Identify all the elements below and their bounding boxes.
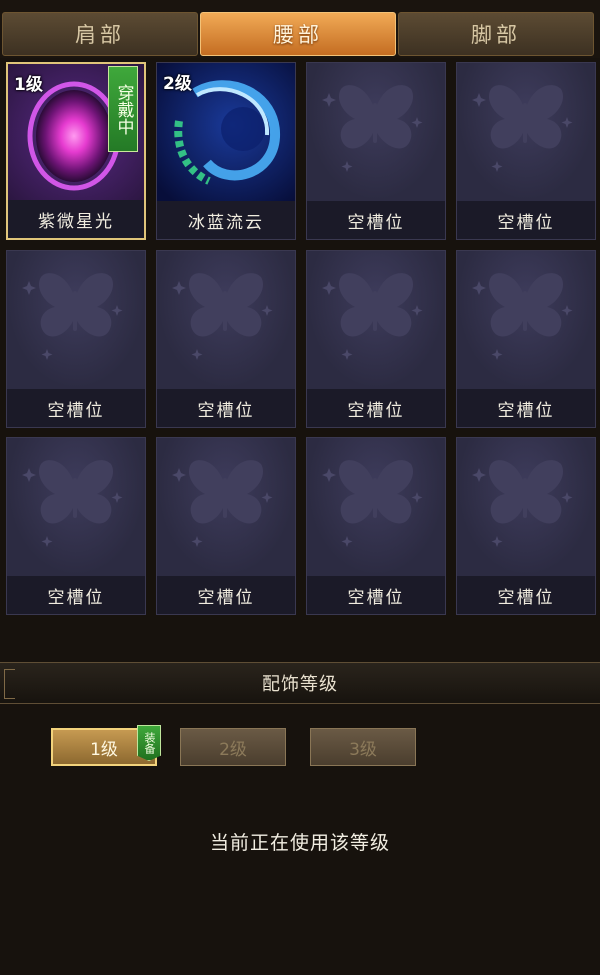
slot-name: 空槽位 [307,389,445,427]
slot-name: 空槽位 [157,576,295,614]
tab-waist[interactable]: 腰部 [200,12,396,56]
butterfly-icon [472,460,573,547]
empty-slot[interactable]: 空槽位 [156,250,296,428]
empty-slot[interactable]: 空槽位 [456,250,596,428]
empty-slot[interactable]: 空槽位 [456,437,596,615]
slot-art [457,63,595,201]
level-3-button[interactable]: 3级 [310,728,416,766]
slot-name: 空槽位 [7,389,145,427]
butterfly-icon [322,85,423,172]
slot-name: 空槽位 [457,576,595,614]
slot-name: 紫微星光 [8,200,144,238]
butterfly-icon [322,273,423,360]
slot-name: 空槽位 [157,389,295,427]
butterfly-icon [472,85,573,172]
butterfly-icon [322,460,423,547]
slot-art [307,438,445,576]
slot-art [157,251,295,389]
slot-art [7,251,145,389]
empty-slot[interactable]: 空槽位 [6,250,146,428]
tab-shoulder[interactable]: 肩部 [2,12,198,56]
empty-slot[interactable]: 空槽位 [6,437,146,615]
butterfly-icon [172,460,273,547]
slot-name: 空槽位 [457,389,595,427]
tab-bar: 肩部 腰部 脚部 [0,0,600,58]
slot-level-label: 1级 [14,75,43,95]
level-2-button[interactable]: 2级 [180,728,286,766]
slot-level-label: 2级 [163,74,192,94]
empty-slot[interactable]: 空槽位 [456,62,596,240]
slot-art [7,438,145,576]
equipped-badge: 装备 [137,725,161,761]
butterfly-icon [472,273,573,360]
slot-art [307,63,445,201]
accessory-slot[interactable]: 1级 穿戴中紫微星光 [6,62,146,240]
slot-art [457,251,595,389]
butterfly-icon [172,273,273,360]
slot-art [157,438,295,576]
empty-slot[interactable]: 空槽位 [156,437,296,615]
slot-art [457,438,595,576]
empty-slot[interactable]: 空槽位 [306,250,446,428]
butterfly-icon [22,460,123,547]
slot-name: 空槽位 [7,576,145,614]
section-header: 配饰等级 [0,662,600,704]
slot-name: 空槽位 [307,576,445,614]
tab-feet[interactable]: 脚部 [398,12,594,56]
empty-slot[interactable]: 空槽位 [306,437,446,615]
empty-slot[interactable]: 空槽位 [306,62,446,240]
slot-name: 空槽位 [307,201,445,239]
worn-tag: 穿戴中 [108,66,138,152]
butterfly-icon [22,273,123,360]
slot-name: 空槽位 [457,201,595,239]
section-title: 配饰等级 [262,674,338,695]
status-text: 当前正在使用该等级 [209,832,390,854]
slot-name: 冰蓝流云 [157,201,295,239]
slot-art [307,251,445,389]
accessory-slot[interactable]: 2级冰蓝流云 [156,62,296,240]
